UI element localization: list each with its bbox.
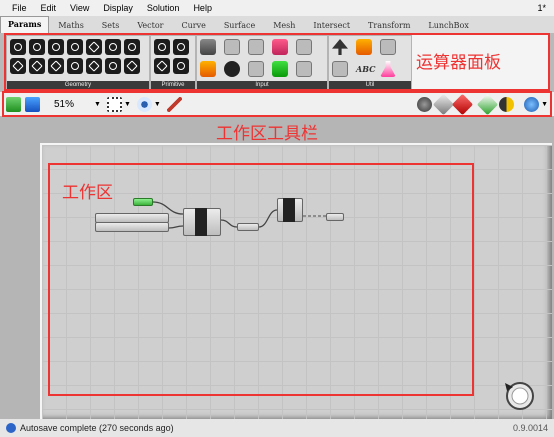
tab-maths[interactable]: Maths xyxy=(49,19,92,33)
menu-solution[interactable]: Solution xyxy=(140,3,187,13)
menu-file[interactable]: File xyxy=(0,3,34,13)
document-version-marker: 1* xyxy=(537,3,546,13)
component-tabs: Params Maths Sets Vector Curve Surface M… xyxy=(0,16,554,33)
tab-vector[interactable]: Vector xyxy=(128,19,172,33)
version-number: 0.9.0014 xyxy=(512,423,548,433)
tab-intersect[interactable]: Intersect xyxy=(304,19,359,33)
tab-sets[interactable]: Sets xyxy=(93,19,129,33)
tab-mesh[interactable]: Mesh xyxy=(264,19,304,33)
menu-edit[interactable]: Edit xyxy=(34,3,64,13)
menu-bar: File Edit View Display Solution Help 1* xyxy=(0,0,554,16)
status-message: Autosave complete (270 seconds ago) xyxy=(20,423,174,433)
status-bar: Autosave complete (270 seconds ago) 0.9.… xyxy=(0,419,554,437)
toolbar-annotation-label: 工作区工具栏 xyxy=(216,124,318,144)
tab-curve[interactable]: Curve xyxy=(172,19,214,33)
tab-params[interactable]: Params xyxy=(0,16,50,33)
panel-annotation-label: 运算器面板 xyxy=(416,53,501,73)
menu-help[interactable]: Help xyxy=(186,3,219,13)
tab-surface[interactable]: Surface xyxy=(215,19,264,33)
workspace-annotation-label: 工作区 xyxy=(62,183,113,203)
toolbar-annotation-box xyxy=(2,91,552,117)
tab-transform[interactable]: Transform xyxy=(359,19,419,33)
menu-display[interactable]: Display xyxy=(96,3,140,13)
menu-view[interactable]: View xyxy=(63,3,96,13)
status-info-icon xyxy=(6,423,16,433)
tab-lunchbox[interactable]: LunchBox xyxy=(419,19,477,33)
